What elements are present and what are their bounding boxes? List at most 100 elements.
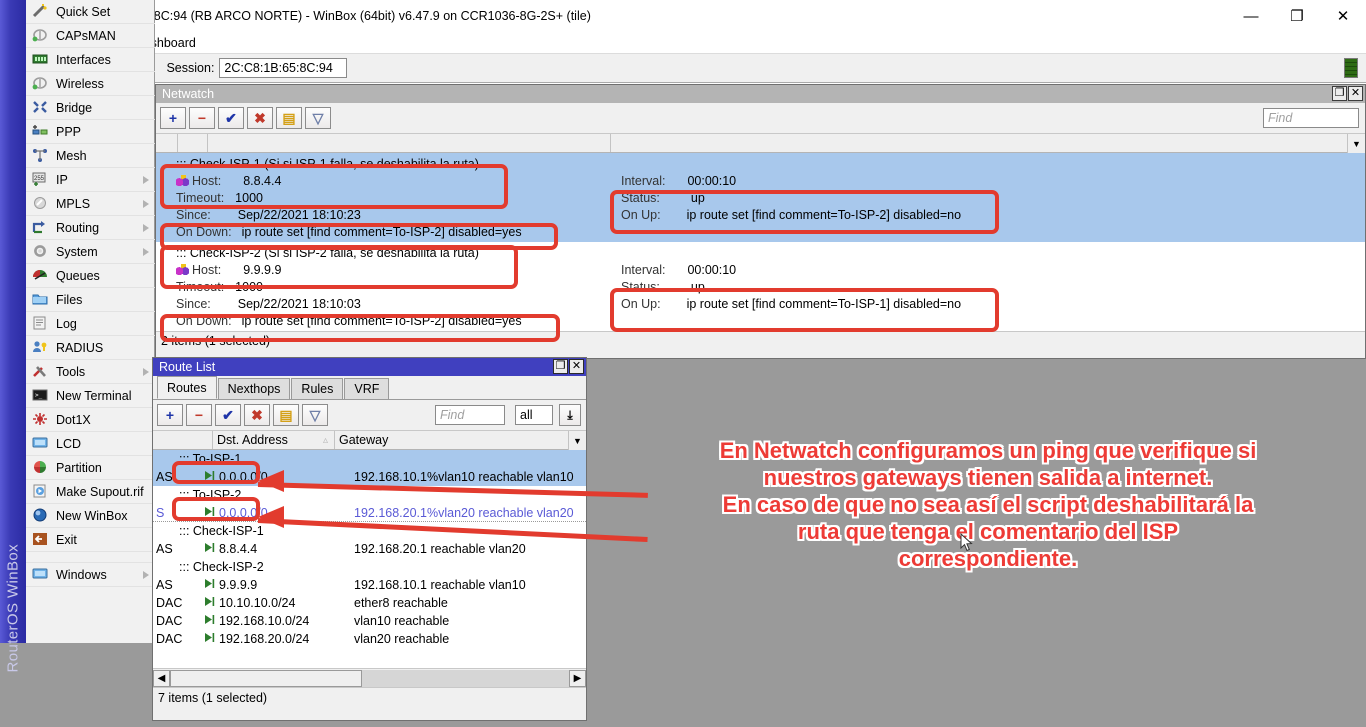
netwatch-col-host[interactable]	[208, 134, 611, 152]
tab-vrf[interactable]: VRF	[344, 378, 389, 399]
netwatch-timeout-row: Timeout: 1000	[176, 278, 263, 295]
sidebar-separator	[26, 552, 155, 563]
netwatch-maximize-icon[interactable]: ❐	[1332, 86, 1347, 101]
route-enable-button[interactable]: ✔	[215, 404, 241, 426]
netwatch-disable-button[interactable]: ✖	[247, 107, 273, 129]
sidebar-item-mesh[interactable]: Mesh	[26, 144, 155, 168]
svg-text:255: 255	[34, 176, 45, 182]
route-comment-row[interactable]: ::: Check-ISP-2	[153, 558, 586, 576]
scroll-thumb[interactable]	[170, 670, 362, 687]
windows-icon	[32, 567, 50, 583]
netwatch-titlebar[interactable]: Netwatch ❐ ✕	[156, 85, 1365, 103]
netwatch-col-flags[interactable]	[156, 134, 178, 152]
route-gateway: 192.168.20.1%vlan20 reachable vlan20	[354, 506, 586, 520]
sidebar-item-tools[interactable]: Tools	[26, 360, 155, 384]
netwatch-toolbar: + − ✔ ✖ ▤ ▽ Find	[156, 103, 1365, 133]
route-comment-text: ::: Check-ISP-1	[179, 524, 264, 538]
chevron-right-icon	[143, 248, 149, 256]
sidebar-item-dot1x[interactable]: Dot1X	[26, 408, 155, 432]
minus-icon: −	[198, 110, 206, 126]
sidebar-item-system[interactable]: System	[26, 240, 155, 264]
sidebar-item-log[interactable]: Log	[26, 312, 155, 336]
scroll-track[interactable]	[170, 670, 569, 687]
netwatch-entry[interactable]: ::: Check-ISP-1 (Si si ISP-1 falla, se d…	[156, 153, 1365, 242]
host-icon	[176, 264, 189, 276]
route-list-titlebar[interactable]: Route List ❐ ✕	[153, 358, 586, 376]
netwatch-filter-button[interactable]: ▽	[305, 107, 331, 129]
table-row[interactable]: DAC192.168.10.0/24vlan10 reachable	[153, 612, 586, 630]
netwatch-enable-button[interactable]: ✔	[218, 107, 244, 129]
route-list-close-icon[interactable]: ✕	[569, 359, 584, 374]
table-row[interactable]: DAC192.168.20.0/24vlan20 reachable	[153, 630, 586, 648]
sidebar-item-new-terminal[interactable]: >_New Terminal	[26, 384, 155, 408]
table-row[interactable]: AS9.9.9.9192.168.10.1 reachable vlan10	[153, 576, 586, 594]
netwatch-comment-button[interactable]: ▤	[276, 107, 302, 129]
sidebar-item-bridge[interactable]: Bridge	[26, 96, 155, 120]
netwatch-close-icon[interactable]: ✕	[1348, 86, 1363, 101]
route-filter-dropdown-button[interactable]: ⤓	[559, 404, 581, 426]
route-col-flags[interactable]	[153, 431, 213, 449]
route-dst-address: 192.168.10.0/24	[219, 614, 354, 628]
route-filter-select[interactable]: all	[515, 405, 553, 425]
routing-icon	[32, 220, 50, 236]
sidebar-item-lcd[interactable]: LCD	[26, 432, 155, 456]
sidebar-item-radius[interactable]: RADIUS	[26, 336, 155, 360]
table-row[interactable]: AS8.8.4.4192.168.20.1 reachable vlan20	[153, 540, 586, 558]
netwatch-column-dropdown[interactable]: ▼	[1347, 134, 1365, 153]
route-remove-button[interactable]: −	[186, 404, 212, 426]
route-gateway: 192.168.20.1 reachable vlan20	[354, 542, 586, 556]
route-find-input[interactable]: Find	[435, 405, 505, 425]
session-input[interactable]: 2C:C8:1B:65:8C:94	[219, 58, 347, 78]
sidebar-item-partition[interactable]: Partition	[26, 456, 155, 480]
sidebar-item-quick-set[interactable]: Quick Set	[26, 0, 155, 24]
sidebar-item-make-supout-rif[interactable]: Make Supout.rif	[26, 480, 155, 504]
sidebar-item-exit[interactable]: Exit	[26, 528, 155, 552]
check-icon: ✔	[225, 110, 237, 127]
onup-value: ip route set [find comment=To-ISP-1] dis…	[687, 297, 961, 311]
sidebar-item-windows[interactable]: Windows	[26, 563, 155, 587]
scroll-left-button[interactable]: ◀	[153, 670, 170, 687]
route-gateway: 192.168.10.1%vlan10 reachable vlan10	[354, 470, 586, 484]
tab-nexthops[interactable]: Nexthops	[218, 378, 291, 399]
route-add-button[interactable]: +	[157, 404, 183, 426]
netwatch-add-button[interactable]: +	[160, 107, 186, 129]
netwatch-col-blank[interactable]	[178, 134, 208, 152]
route-col-gateway[interactable]: Gateway	[335, 431, 586, 449]
sidebar-item-interfaces[interactable]: Interfaces	[26, 48, 155, 72]
sidebar-item-new-winbox[interactable]: New WinBox	[26, 504, 155, 528]
sidebar-item-wireless[interactable]: Wireless	[26, 72, 155, 96]
tab-rules[interactable]: Rules	[291, 378, 343, 399]
sidebar-item-routing[interactable]: Routing	[26, 216, 155, 240]
route-comment-button[interactable]: ▤	[273, 404, 299, 426]
route-disable-button[interactable]: ✖	[244, 404, 270, 426]
sidebar-item-ip[interactable]: 255IP	[26, 168, 155, 192]
table-row[interactable]: DAC10.10.10.0/24ether8 reachable	[153, 594, 586, 612]
route-comment-row[interactable]: ::: To-ISP-1	[153, 450, 586, 468]
route-list-maximize-icon[interactable]: ❐	[553, 359, 568, 374]
route-comment-row[interactable]: ::: Check-ISP-1	[153, 522, 586, 540]
netwatch-col-details[interactable]	[611, 134, 1365, 152]
netwatch-remove-button[interactable]: −	[189, 107, 215, 129]
netwatch-list: ::: Check-ISP-1 (Si si ISP-1 falla, se d…	[156, 153, 1365, 331]
scroll-right-button[interactable]: ▶	[569, 670, 586, 687]
route-col-dst-address[interactable]: Dst. Address ▵	[213, 431, 335, 449]
route-filter-button[interactable]: ▽	[302, 404, 328, 426]
tab-routes[interactable]: Routes	[157, 376, 217, 399]
route-comment-row[interactable]: ::: To-ISP-2	[153, 486, 586, 504]
route-flags: DAC	[153, 632, 199, 646]
minimize-button[interactable]: —	[1228, 0, 1274, 32]
maximize-button[interactable]: ❐	[1274, 0, 1320, 32]
netwatch-find-input[interactable]: Find	[1263, 108, 1359, 128]
netwatch-entry[interactable]: ::: Check-ISP-2 (Si si ISP-2 falla, se d…	[156, 242, 1365, 331]
close-button[interactable]: ✕	[1320, 0, 1366, 32]
route-column-dropdown[interactable]: ▼	[568, 431, 586, 450]
sidebar-item-files[interactable]: Files	[26, 288, 155, 312]
table-row[interactable]: S0.0.0.0/0192.168.20.1%vlan20 reachable …	[153, 504, 586, 522]
table-row[interactable]: AS0.0.0.0/0192.168.10.1%vlan10 reachable…	[153, 468, 586, 486]
route-list-horizontal-scrollbar[interactable]: ◀ ▶	[153, 668, 586, 687]
route-active-arrow-icon	[199, 578, 219, 592]
sidebar-item-queues[interactable]: Queues	[26, 264, 155, 288]
sidebar-item-mpls[interactable]: MPLS	[26, 192, 155, 216]
sidebar-item-capsman[interactable]: CAPsMAN	[26, 24, 155, 48]
sidebar-item-ppp[interactable]: PPP	[26, 120, 155, 144]
